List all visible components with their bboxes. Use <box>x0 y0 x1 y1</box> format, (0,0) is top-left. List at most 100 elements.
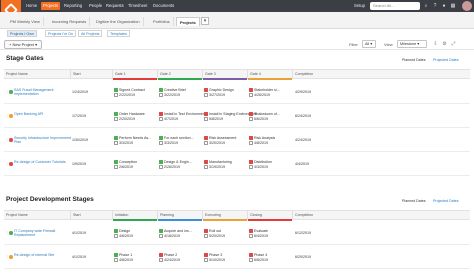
milestone-name[interactable]: Signed Contract <box>119 88 145 92</box>
milestone-name[interactable]: Conception <box>119 160 137 164</box>
milestone-name[interactable]: Distribution <box>254 160 272 164</box>
col-completion[interactable]: Completion <box>292 70 470 79</box>
milestone-name[interactable]: Perform Needs As... <box>119 136 151 140</box>
milestone-name[interactable]: Phase 3 <box>209 253 222 257</box>
nav-projects[interactable]: Projects <box>41 2 61 10</box>
fullscreen-icon[interactable]: ⤢ <box>450 41 457 48</box>
col-gate-4-label: Gate 4 <box>250 72 261 76</box>
col-initiation[interactable]: Initiation <box>112 211 157 221</box>
milestone-date: 4/3/2019 <box>254 164 268 169</box>
table-row[interactable]: ⋮ IT Company wide Firewall Replacement 4/1… <box>4 221 470 245</box>
nav-requests[interactable]: Requests <box>104 2 126 10</box>
project-name-link[interactable]: Re-design of Customer Tutorials <box>14 160 72 164</box>
milestone-name[interactable]: Design & Engin... <box>164 160 192 164</box>
col-project-name[interactable]: Project Name <box>4 70 70 79</box>
settings-icon[interactable]: ⚙ <box>441 41 448 48</box>
nav-documents[interactable]: Documents <box>151 2 176 10</box>
apps-icon[interactable]: ▦ <box>450 3 456 9</box>
milestone-name[interactable]: Shakedown of... <box>254 112 280 116</box>
nav-home[interactable]: Home <box>24 2 39 10</box>
milestone-name[interactable]: Phase 2 <box>164 253 177 257</box>
start-date: 1/9/2019 <box>72 162 86 166</box>
tab-incoming-requests[interactable]: Incoming Requests <box>49 17 91 26</box>
search-icon[interactable]: ⌕ <box>423 3 429 9</box>
subtab-projects-i-own[interactable]: Projects I Own <box>7 30 37 37</box>
tab-projects[interactable]: Projects <box>176 17 200 26</box>
stage-gates-planned-dates[interactable]: Planned Dates <box>402 58 426 62</box>
milestone-name[interactable]: Phase 1 <box>119 253 132 257</box>
col-start[interactable]: Start <box>70 70 112 79</box>
start-date: 1/7/2019 <box>72 114 86 118</box>
col-gate-1[interactable]: Gate 1 <box>112 70 157 80</box>
stage-gates-projected-dates[interactable]: Projected Dates <box>433 58 459 62</box>
milestone-status-icon <box>204 136 208 140</box>
search-input[interactable]: Search All... <box>370 2 420 10</box>
tab-digitize-the-organization[interactable]: Digitize the Organization <box>93 17 144 26</box>
col-closing[interactable]: Closing <box>247 211 292 221</box>
project-name-link[interactable]: Security Infrastructure Improvement Plan <box>14 136 72 145</box>
milestone-name[interactable]: Phase 4 <box>254 253 267 257</box>
table-row[interactable]: ⋮ Re-design of Customer Tutorials 1/9/2019… <box>4 152 470 176</box>
milestone-name[interactable]: For each section... <box>164 136 194 140</box>
milestone-status-icon <box>114 229 118 233</box>
view-select[interactable]: Milestone ▾ <box>397 40 427 48</box>
subtab-templates[interactable]: Templates <box>107 30 130 37</box>
milestone-name[interactable]: Risk Assessment <box>209 136 236 140</box>
status-indicator <box>9 231 13 235</box>
nav-setup[interactable]: Setup <box>354 2 365 10</box>
milestone-name[interactable]: Manufacturing <box>209 160 232 164</box>
tab-portfolios[interactable]: Portfolios <box>150 17 174 26</box>
subtab-all-projects[interactable]: All Projects <box>78 30 103 37</box>
calendar-icon <box>249 165 253 169</box>
milestone-name[interactable]: Order Hardware <box>119 112 145 116</box>
new-project-button[interactable]: + New Project ▾ <box>4 40 43 49</box>
calendar-icon <box>114 234 118 238</box>
milestone-date: 3/20/2019 <box>209 140 225 145</box>
nav-reporting[interactable]: Reporting <box>62 2 84 10</box>
calendar-icon <box>114 258 118 262</box>
calendar-icon <box>204 93 208 97</box>
col-start[interactable]: Start <box>70 211 112 220</box>
dev-stages-projected-dates[interactable]: Projected Dates <box>433 199 459 203</box>
milestone-date: 2/6/2019 <box>119 164 133 169</box>
dev-stages-planned-dates[interactable]: Planned Dates <box>402 199 426 203</box>
avatar[interactable] <box>462 1 472 11</box>
filter-select[interactable]: All ▾ <box>362 40 376 48</box>
add-tab-button[interactable]: ▾ <box>201 17 209 25</box>
col-gate-3[interactable]: Gate 3 <box>202 70 247 80</box>
table-row[interactable]: ⋮ Security Infrastructure Improvement Pla… <box>4 128 470 152</box>
start-date: 1/30/2019 <box>72 138 88 142</box>
col-gate-2[interactable]: Gate 2 <box>157 70 202 80</box>
col-project-name[interactable]: Project Name <box>4 211 70 220</box>
milestone-date: 3/3/2019 <box>164 140 178 145</box>
milestone-status-icon <box>249 136 253 140</box>
milestone-date: 6/6/2019 <box>254 116 268 121</box>
project-name-link[interactable]: SAS Fraud Management Implementation <box>14 88 72 97</box>
project-name-link[interactable]: Re-design of internal Site <box>14 253 72 257</box>
export-icon[interactable]: ⇩ <box>432 41 439 48</box>
subtab-projects-im-on[interactable]: Projects I'm On <box>45 30 77 37</box>
milestone-name[interactable]: Install in Test Environment <box>164 112 206 116</box>
project-name-link[interactable]: IT Company wide Firewall Replacement <box>14 229 72 238</box>
col-completion[interactable]: Completion <box>292 211 470 220</box>
tab-pm-weekly-view[interactable]: PM Weekly View <box>7 17 44 26</box>
milestone-name[interactable]: Evaluate <box>254 229 268 233</box>
bell-icon[interactable]: ● <box>441 3 447 9</box>
milestone-name[interactable]: Risk Analysis <box>254 136 275 140</box>
col-planning[interactable]: Planning <box>157 211 202 221</box>
table-row[interactable]: ⋮ Re-design of internal Site 4/1/2019 Phase… <box>4 245 470 269</box>
col-executing[interactable]: Executing <box>202 211 247 221</box>
nav-people[interactable]: People <box>87 2 104 10</box>
milestone-name[interactable]: Creative Brief <box>164 88 186 92</box>
milestone-name[interactable]: Roll out <box>209 229 221 233</box>
table-row[interactable]: ⋮ Open Banking API 1/7/2019 Order Hardware 2… <box>4 104 470 128</box>
milestone-name[interactable]: Stakeholder si... <box>254 88 280 92</box>
milestone-name[interactable]: Acquire and ins... <box>164 229 192 233</box>
table-row[interactable]: ⋮ SAS Fraud Management Implementation 1/24… <box>4 80 470 104</box>
milestone-name[interactable]: Graphic Design <box>209 88 234 92</box>
project-name-link[interactable]: Open Banking API <box>14 112 72 116</box>
nav-timesheet[interactable]: Timesheet <box>126 2 149 10</box>
milestone-name[interactable]: Design <box>119 229 130 233</box>
col-gate-4[interactable]: Gate 4 <box>247 70 292 80</box>
help-icon[interactable]: ? <box>432 3 438 9</box>
